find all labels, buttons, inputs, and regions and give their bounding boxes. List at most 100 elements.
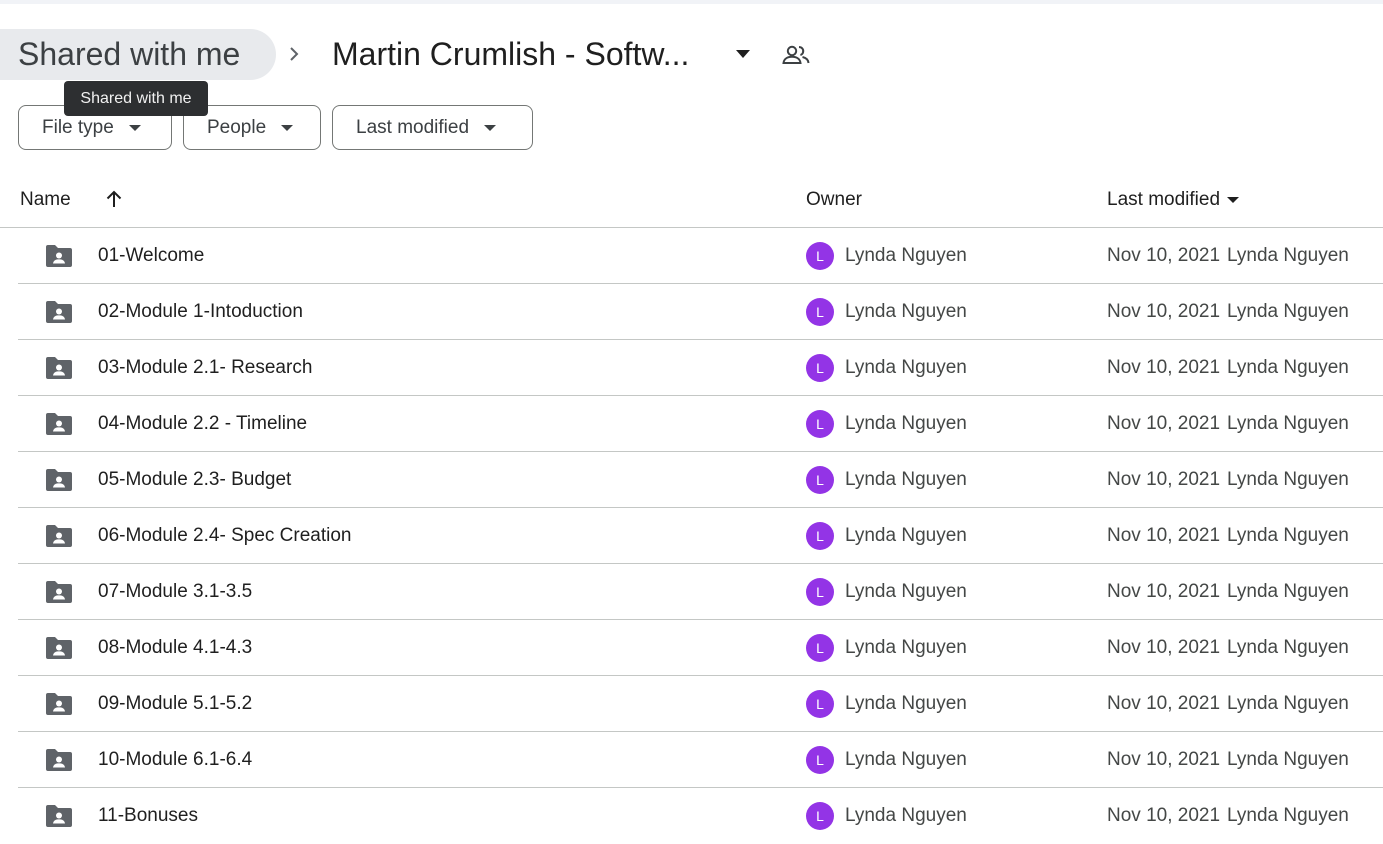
owner-name: Lynda Nguyen [845,693,967,714]
modified-by: Lynda Nguyen [1227,693,1349,714]
modified-by: Lynda Nguyen [1227,749,1349,770]
filter-last-modified-label: Last modified [356,116,470,138]
shared-folder-icon [46,413,72,435]
table-row[interactable]: 01-Welcome L Lynda Nguyen Nov 10, 2021 Lynda… [18,228,1383,284]
owner-name: Lynda Nguyen [845,637,967,658]
file-name: 08-Module 4.1-4.3 [98,637,253,658]
file-name: 07-Module 3.1-3.5 [98,581,253,602]
owner-name: Lynda Nguyen [845,805,967,826]
column-header-owner-label: Owner [806,189,862,210]
shared-folder-icon [46,469,72,491]
table-row[interactable]: 02-Module 1-Intoduction L Lynda Nguyen Nov … [18,284,1383,340]
table-row[interactable]: 03-Module 2.1- Research L Lynda Nguyen Nov … [18,340,1383,396]
last-modified-cell: Nov 10, 2021 Lynda Nguyen [1107,620,1349,676]
file-name: 04-Module 2.2 - Timeline [98,413,308,434]
last-modified-cell: Nov 10, 2021 Lynda Nguyen [1107,676,1349,732]
shared-folder-icon [46,581,72,603]
modified-date: Nov 10, 2021 [1107,469,1221,490]
breadcrumb-shared-with-me[interactable]: Shared with me [0,29,276,80]
modified-date: Nov 10, 2021 [1107,357,1221,378]
table-row[interactable]: 09-Module 5.1-5.2 L Lynda Nguyen Nov 10, 20… [18,676,1383,732]
caret-down-icon[interactable] [733,47,753,61]
modified-by: Lynda Nguyen [1227,469,1349,490]
file-name: 09-Module 5.1-5.2 [98,693,253,714]
file-name: 11-Bonuses [98,805,198,826]
modified-by: Lynda Nguyen [1227,525,1349,546]
filter-last-modified[interactable]: Last modified [332,105,533,150]
avatar: L [806,410,834,438]
avatar: L [806,802,834,830]
shared-folder-icon [46,245,72,267]
table-row[interactable]: 11-Bonuses L Lynda Nguyen Nov 10, 2021 Lynda… [18,788,1383,844]
caret-down-icon [128,124,141,131]
file-name: 03-Module 2.1- Research [98,357,313,378]
modified-by: Lynda Nguyen [1227,413,1349,434]
modified-by: Lynda Nguyen [1227,357,1349,378]
file-list: 01-Welcome L Lynda Nguyen Nov 10, 2021 Lynda… [18,228,1383,844]
modified-by: Lynda Nguyen [1227,245,1349,266]
people-icon[interactable] [780,40,812,70]
last-modified-cell: Nov 10, 2021 Lynda Nguyen [1107,452,1349,508]
filter-file-type-label: File type [42,116,114,138]
column-header-name-label: Name [20,189,71,210]
modified-date: Nov 10, 2021 [1107,693,1221,714]
arrow-up-icon[interactable] [103,188,125,210]
table-row[interactable]: 08-Module 4.1-4.3 L Lynda Nguyen Nov 10, 20… [18,620,1383,676]
file-name: 01-Welcome [98,245,205,266]
breadcrumb-root-label: Shared with me [18,36,241,72]
modified-by: Lynda Nguyen [1227,581,1349,602]
last-modified-cell: Nov 10, 2021 Lynda Nguyen [1107,228,1349,284]
modified-date: Nov 10, 2021 [1107,301,1221,322]
breadcrumb-current-folder[interactable]: Martin Crumlish - Softw... [332,30,689,78]
modified-date: Nov 10, 2021 [1107,805,1221,826]
shared-folder-icon [46,693,72,715]
table-row[interactable]: 05-Module 2.3- Budget L Lynda Nguyen Nov 10… [18,452,1383,508]
column-header-name[interactable]: Name [20,178,71,222]
owner-name: Lynda Nguyen [845,469,967,490]
avatar: L [806,242,834,270]
avatar: L [806,466,834,494]
shared-folder-icon [46,525,72,547]
shared-folder-icon [46,637,72,659]
avatar: L [806,522,834,550]
modified-by: Lynda Nguyen [1227,805,1349,826]
tooltip: Shared with me [64,81,208,116]
avatar: L [806,354,834,382]
file-name: 06-Module 2.4- Spec Creation [98,525,352,546]
column-header-last-modified-label: Last modified [1107,189,1221,210]
owner-name: Lynda Nguyen [845,581,967,602]
table-row[interactable]: 06-Module 2.4- Spec Creation L Lynda Nguye… [18,508,1383,564]
modified-date: Nov 10, 2021 [1107,245,1221,266]
column-header-last-modified[interactable]: Last modified [1107,178,1240,222]
shared-folder-icon [46,301,72,323]
owner-name: Lynda Nguyen [845,301,967,322]
modified-by: Lynda Nguyen [1227,301,1349,322]
owner-name: Lynda Nguyen [845,525,967,546]
caret-down-icon [484,124,497,131]
tooltip-text: Shared with me [80,89,192,107]
table-header: Name Owner Last modified [0,178,1383,228]
last-modified-cell: Nov 10, 2021 Lynda Nguyen [1107,396,1349,452]
shared-folder-icon [46,749,72,771]
avatar: L [806,634,834,662]
modified-date: Nov 10, 2021 [1107,637,1221,658]
owner-name: Lynda Nguyen [845,357,967,378]
last-modified-cell: Nov 10, 2021 Lynda Nguyen [1107,508,1349,564]
modified-date: Nov 10, 2021 [1107,749,1221,770]
owner-name: Lynda Nguyen [845,245,967,266]
avatar: L [806,746,834,774]
filter-people-label: People [207,116,267,138]
modified-date: Nov 10, 2021 [1107,581,1221,602]
table-row[interactable]: 07-Module 3.1-3.5 L Lynda Nguyen Nov 10, 20… [18,564,1383,620]
modified-by: Lynda Nguyen [1227,637,1349,658]
breadcrumb-current-label: Martin Crumlish - Softw... [332,35,690,72]
shared-folder-icon [46,805,72,827]
top-strip [0,0,1383,4]
last-modified-cell: Nov 10, 2021 Lynda Nguyen [1107,732,1349,788]
shared-folder-icon [46,357,72,379]
last-modified-cell: Nov 10, 2021 Lynda Nguyen [1107,564,1349,620]
table-row[interactable]: 10-Module 6.1-6.4 L Lynda Nguyen Nov 10, 20… [18,732,1383,788]
column-header-owner: Owner [806,178,862,222]
table-row[interactable]: 04-Module 2.2 - Timeline L Lynda Nguyen Nov… [18,396,1383,452]
chevron-right-icon [290,47,299,61]
